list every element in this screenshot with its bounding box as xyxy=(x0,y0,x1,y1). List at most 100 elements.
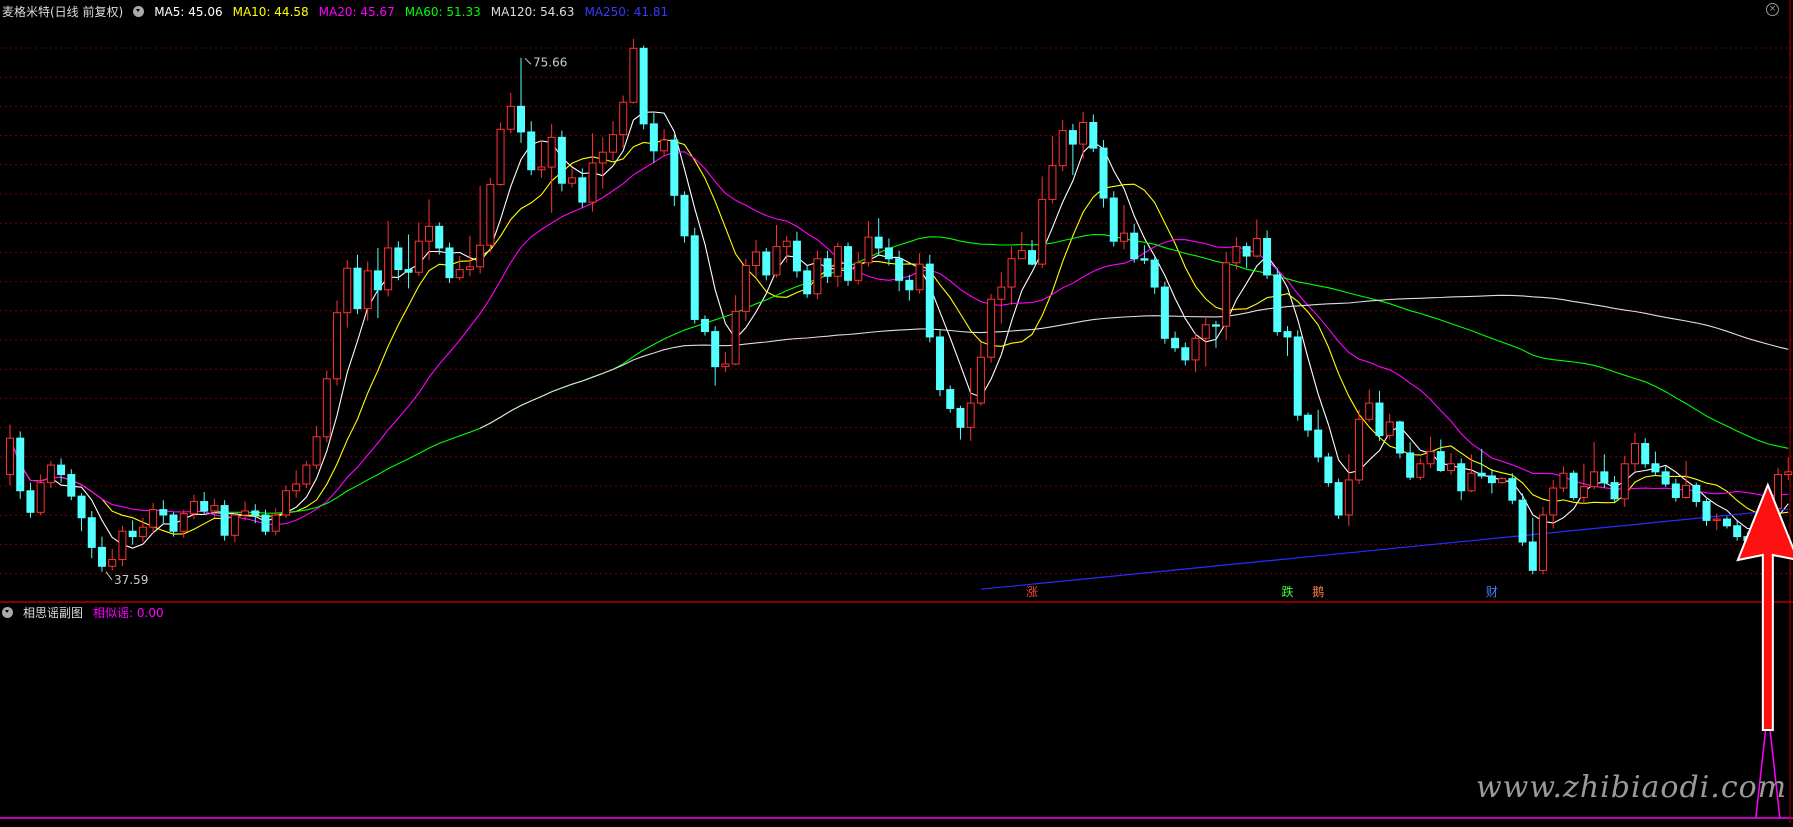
candle-body xyxy=(629,47,638,103)
candle-body xyxy=(230,514,239,536)
stock-title: 麦格米特(日线 前复权) xyxy=(2,5,124,19)
candle-body xyxy=(1569,472,1578,498)
candle-body xyxy=(1283,331,1292,338)
dropdown-icon[interactable] xyxy=(2,607,13,618)
candle-body xyxy=(1722,518,1731,527)
candle-body xyxy=(588,162,597,203)
candle-body xyxy=(1375,402,1384,436)
candle-body xyxy=(108,559,117,567)
candle-body xyxy=(1119,232,1128,242)
sub-title: 相思谣副图 xyxy=(23,606,84,620)
candle-body xyxy=(1109,197,1118,242)
candle-body xyxy=(670,139,679,196)
kline-chart[interactable]: 75.6637.59涨跌鹅财滚 麦格米特(日线 前复权) MA5: 45.06 … xyxy=(0,0,1793,823)
candle-body xyxy=(1089,122,1098,149)
candle-body xyxy=(271,514,280,532)
ma120-line xyxy=(479,294,1789,429)
candle-body xyxy=(241,510,250,516)
close-icon[interactable]: × xyxy=(1766,3,1779,16)
candle-body xyxy=(568,177,577,184)
annotation-pointer xyxy=(105,571,113,581)
candle-body xyxy=(394,247,403,271)
candle-body xyxy=(608,134,617,153)
ma120-label: MA120: 54.63 xyxy=(490,4,575,19)
candle-body xyxy=(97,546,106,567)
ma20-line xyxy=(9,151,1789,526)
candle-body xyxy=(700,318,709,333)
candle-body xyxy=(1549,487,1558,516)
candle-body xyxy=(251,510,260,516)
candle-body xyxy=(976,356,985,404)
candle-body xyxy=(1314,429,1323,458)
candle-body xyxy=(312,436,321,466)
signal-marker: 涨 xyxy=(1026,584,1038,599)
ma5-label: MA5: 45.06 xyxy=(154,4,223,19)
candle-body xyxy=(46,464,55,484)
candle-body xyxy=(1099,147,1108,199)
candle-body xyxy=(486,184,495,246)
candle-body xyxy=(915,263,924,291)
candle-body xyxy=(1007,258,1016,288)
candle-body xyxy=(1467,472,1476,492)
candle-body xyxy=(6,437,14,476)
signal-marker: 跌 xyxy=(1282,584,1294,599)
candle-body xyxy=(884,247,893,260)
candle-body xyxy=(619,101,628,136)
candle-body xyxy=(557,136,566,184)
candle-body xyxy=(138,526,147,538)
candle-body xyxy=(966,402,975,428)
candle-body xyxy=(1692,484,1701,503)
candle-body xyxy=(1528,541,1537,571)
candle-body xyxy=(455,269,464,279)
ma20-label: MA20: 45.67 xyxy=(318,4,395,19)
candle-body xyxy=(1028,250,1036,265)
candle-body xyxy=(343,267,352,314)
highlight-arrow xyxy=(1736,482,1793,731)
candle-body xyxy=(1160,286,1169,339)
candle-body xyxy=(1733,525,1742,538)
candle-body xyxy=(1038,198,1047,265)
candle-body xyxy=(16,437,25,492)
candle-body xyxy=(711,331,720,368)
candle-body xyxy=(792,240,801,272)
candle-body xyxy=(189,501,198,515)
candle-body xyxy=(772,246,781,276)
candle-body xyxy=(752,251,761,266)
candle-body xyxy=(905,279,914,291)
candle-body xyxy=(57,464,66,476)
candle-body xyxy=(680,194,689,237)
candle-body xyxy=(261,514,270,532)
candle-body xyxy=(1222,262,1231,327)
candle-body xyxy=(721,363,730,368)
candle-body xyxy=(1590,471,1599,488)
candle-body xyxy=(210,505,219,512)
candle-body xyxy=(925,263,934,338)
candle-body xyxy=(302,464,311,485)
candle-body xyxy=(782,240,791,248)
candle-body xyxy=(639,47,648,125)
candle-body xyxy=(1610,482,1619,500)
chart-canvas[interactable]: 75.6637.59涨跌鹅财滚 xyxy=(0,0,1793,823)
candle-body xyxy=(363,270,372,310)
candle-body xyxy=(77,495,86,519)
candle-body xyxy=(404,269,413,273)
candle-body xyxy=(200,501,209,512)
signal-marker: 财 xyxy=(1486,585,1498,599)
candle-body xyxy=(956,407,965,428)
ma250-line xyxy=(980,508,1789,590)
candle-body xyxy=(537,166,546,171)
candle-body xyxy=(1620,463,1629,500)
candle-body xyxy=(1477,472,1486,477)
candle-body xyxy=(1293,336,1302,416)
candle-body xyxy=(1416,463,1425,478)
candle-body xyxy=(476,244,485,268)
candle-body xyxy=(220,505,229,536)
candle-body xyxy=(1426,451,1435,465)
candle-body xyxy=(1324,456,1333,484)
dropdown-icon[interactable] xyxy=(133,6,145,17)
candle-body xyxy=(496,128,505,186)
candle-body xyxy=(578,177,587,203)
candle-body xyxy=(118,530,127,561)
candle-body xyxy=(1140,258,1149,261)
candle-body xyxy=(1303,414,1312,431)
